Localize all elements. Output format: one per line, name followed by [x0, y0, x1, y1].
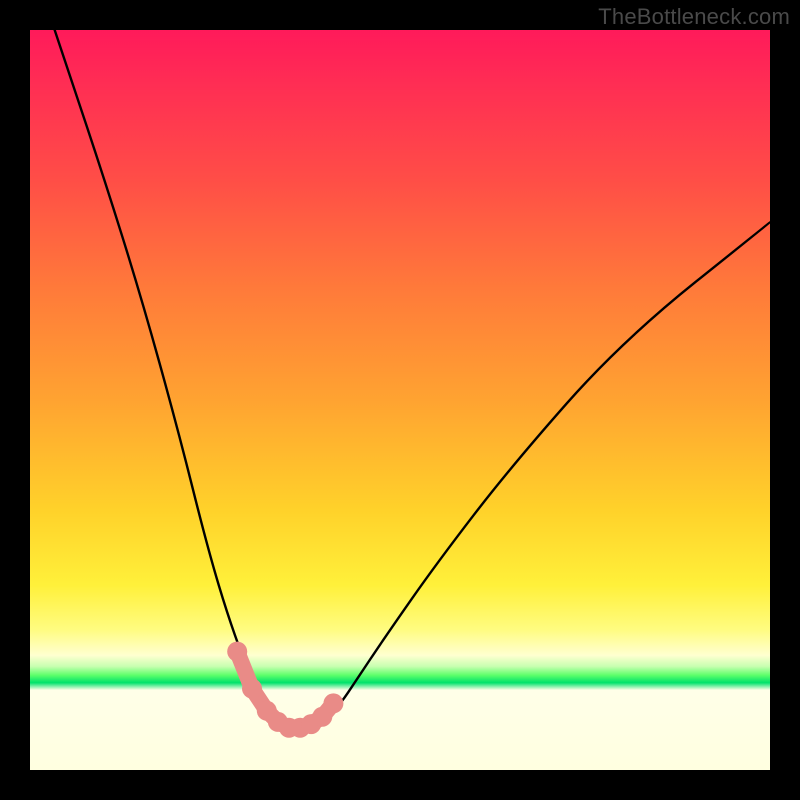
highlight-point: [227, 642, 247, 662]
chart-overlay: [30, 30, 770, 770]
bottleneck-curve-line: [30, 30, 770, 729]
chart-frame: TheBottleneck.com: [0, 0, 800, 800]
watermark-text: TheBottleneck.com: [598, 4, 790, 30]
highlight-markers: [227, 642, 343, 738]
highlight-point: [323, 693, 343, 713]
highlight-point: [242, 679, 262, 699]
